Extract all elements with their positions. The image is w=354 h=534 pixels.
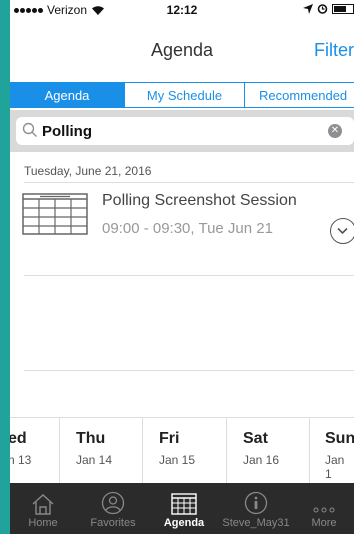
- nav-bar: Agenda Filter: [10, 20, 354, 64]
- session-time: 09:00 - 09:30, Tue Jun 21: [102, 220, 273, 237]
- search-box: ✕: [16, 117, 354, 145]
- day-date: Jan 1: [325, 453, 345, 481]
- tab-more[interactable]: More: [294, 483, 354, 534]
- day-item[interactable]: Fri Jan 15: [143, 418, 227, 483]
- search-icon: [22, 122, 37, 137]
- day-name: Thu: [76, 430, 106, 447]
- day-date: Jan 14: [76, 453, 113, 467]
- day-strip: ed n 13 Thu Jan 14 Fri Jan 15 Sat Jan 16…: [10, 417, 354, 483]
- day-name: Sun: [325, 430, 354, 447]
- info-icon: [244, 491, 268, 515]
- tab-my-schedule[interactable]: My Schedule: [125, 83, 245, 107]
- calendar-icon: [171, 493, 197, 515]
- session-title: Polling Screenshot Session: [102, 192, 297, 209]
- day-item[interactable]: ed n 13: [10, 418, 60, 483]
- day-item[interactable]: Sun Jan 1: [310, 418, 354, 483]
- tab-label: Agenda: [163, 517, 205, 529]
- day-item[interactable]: Thu Jan 14: [60, 418, 143, 483]
- tab-profile[interactable]: Steve_May31: [218, 483, 294, 534]
- divider: [24, 275, 354, 276]
- person-icon: [101, 491, 125, 515]
- tab-recommended[interactable]: Recommended: [245, 83, 354, 107]
- battery-icon: [332, 3, 354, 14]
- search-input[interactable]: [42, 121, 312, 141]
- app-frame: Verizon 12:12 Agenda Filter Agenda My Sc…: [10, 0, 354, 534]
- day-name: Sat: [243, 430, 268, 447]
- day-name: Fri: [159, 430, 180, 447]
- day-name: ed: [10, 430, 27, 447]
- page-title: Agenda: [150, 40, 214, 60]
- filter-button[interactable]: Filter: [314, 40, 354, 61]
- session-row[interactable]: Polling Screenshot Session 09:00 - 09:30…: [10, 184, 354, 274]
- tab-label: More: [311, 517, 337, 529]
- expand-button[interactable]: [330, 218, 354, 244]
- divider: [24, 182, 354, 183]
- status-right: [303, 3, 354, 14]
- calendar-icon: [22, 193, 88, 235]
- tab-agenda[interactable]: Agenda: [10, 83, 125, 107]
- day-item[interactable]: Sat Jan 16: [227, 418, 310, 483]
- tab-home[interactable]: Home: [10, 483, 76, 534]
- divider: [24, 370, 354, 371]
- tab-label: Steve_May31: [222, 517, 290, 529]
- search-bar: ✕: [10, 110, 354, 152]
- day-date: n 13: [10, 453, 32, 467]
- date-header: Tuesday, June 21, 2016: [24, 164, 152, 178]
- more-icon: [313, 507, 335, 513]
- location-icon: [303, 3, 313, 14]
- chevron-down-icon: [337, 227, 348, 235]
- alarm-icon: [317, 4, 328, 14]
- tab-bar: Home Favorites Agenda Steve_May31 More: [10, 483, 354, 534]
- status-bar: Verizon 12:12: [10, 0, 354, 20]
- tab-label: Home: [28, 517, 58, 529]
- day-date: Jan 16: [243, 453, 280, 467]
- segmented-control: Agenda My Schedule Recommended: [10, 82, 354, 108]
- tab-label: Favorites: [90, 517, 136, 529]
- tab-favorites[interactable]: Favorites: [76, 483, 150, 534]
- tab-agenda-nav[interactable]: Agenda: [150, 483, 218, 534]
- day-date: Jan 15: [159, 453, 196, 467]
- home-icon: [32, 494, 54, 515]
- clear-search-icon[interactable]: ✕: [328, 124, 342, 138]
